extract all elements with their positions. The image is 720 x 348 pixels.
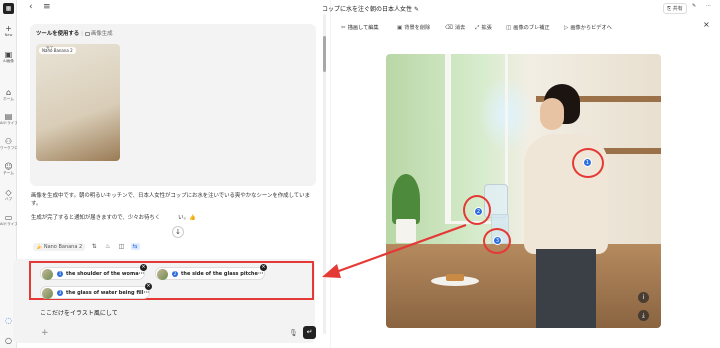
- remove-background-button[interactable]: ▣ 背景を削除: [397, 24, 430, 31]
- swap-icon[interactable]: ⇅: [90, 243, 99, 250]
- plant-pot: [396, 219, 416, 243]
- eraser-icon: ⌫: [445, 25, 453, 31]
- generated-image-thumbnail[interactable]: Nano Banana 2: [36, 44, 120, 161]
- model-chip[interactable]: 🍌 Nano Banana 2: [33, 243, 86, 251]
- brush-icon: ✂: [341, 25, 346, 31]
- reference-chip-1[interactable]: 1 the shoulder of the woma··· ×: [40, 264, 147, 280]
- aspect-icon[interactable]: ◫: [117, 243, 126, 250]
- rail-item-new[interactable]: + New: [0, 24, 17, 38]
- image-icon: [84, 31, 90, 36]
- deblur-button[interactable]: ◫ 画像のブレ補正: [506, 24, 550, 31]
- expand-icon: ⤢: [475, 25, 480, 31]
- close-icon[interactable]: ×: [260, 264, 267, 271]
- folder-icon: ▭: [4, 213, 13, 222]
- download-icon[interactable]: ⤓: [638, 310, 649, 321]
- reference-thumb: [157, 269, 168, 280]
- plus-icon: +: [5, 24, 12, 33]
- app-logo[interactable]: ▦: [3, 3, 14, 14]
- image-toolbar: ✂ 描画して編集 ▣ 背景を削除 ⌫ 消去 ⤢ 拡張 ◫ 画像のブレ補正 ▷ 画像からビデオ…: [338, 20, 720, 35]
- reference-thumb: [42, 288, 53, 299]
- draw-edit-button[interactable]: ✂ 描画して編集: [341, 24, 379, 31]
- rail-item-hub[interactable]: ◇ ハブ: [0, 188, 17, 202]
- model-row: 🍌 Nano Banana 2 ⇅ ♨ ◫ ⇆: [33, 243, 143, 253]
- tool-result-card: ツールを使用する | 画像生成 Nano Banana 2: [30, 24, 316, 186]
- chat-header: ‹ ≡: [17, 0, 330, 16]
- add-attachment-icon[interactable]: +: [41, 328, 49, 338]
- rail-item-team[interactable]: ☺ チーム: [0, 162, 17, 176]
- marker-1[interactable]: 1: [583, 158, 592, 167]
- rail-item-drive[interactable]: ▤ AIドライブ: [0, 112, 17, 126]
- composer-input[interactable]: ここだけをイラスト風にして: [40, 308, 118, 317]
- rail-item-drive-2[interactable]: ▭ AIドライブ: [0, 213, 17, 227]
- edit-title-icon[interactable]: ✎: [414, 6, 419, 13]
- erase-button[interactable]: ⌫ 消去: [445, 24, 465, 31]
- share-button[interactable]: ⎘ 共有: [663, 3, 687, 14]
- main-generated-image[interactable]: 1 2 3 i ⤓: [386, 54, 661, 328]
- edit-icon[interactable]: ✎: [692, 3, 696, 9]
- close-icon[interactable]: ×: [703, 20, 710, 29]
- expand-button[interactable]: ⤢ 拡張: [475, 24, 492, 32]
- home-icon: ⌂: [5, 88, 12, 97]
- workflow-icon: ⚇: [4, 137, 13, 146]
- image-icon: ▣: [4, 50, 13, 59]
- style-icon[interactable]: ♨: [103, 243, 112, 250]
- page-title: コップに水を注ぐ朝の日本人女性 ✎: [322, 6, 419, 13]
- model-tag: Nano Banana 2: [39, 47, 76, 54]
- video-icon: ▷: [564, 25, 569, 31]
- toast: [446, 274, 464, 281]
- marker-2[interactable]: 2: [474, 207, 483, 216]
- send-button[interactable]: ↵: [303, 326, 316, 339]
- assistant-message-2: 生成が完了すると通知が届きますので、少々お待ちく い。👍: [31, 215, 196, 221]
- image-to-video-button[interactable]: ▷ 画像からビデオへ: [564, 24, 612, 31]
- woman: [516, 84, 626, 328]
- scroll-down-button[interactable]: ↓: [172, 226, 184, 238]
- thumb-status: 完了: [46, 46, 54, 50]
- tool-header: ツールを使用する | 画像生成: [36, 31, 113, 37]
- compare-icon[interactable]: ⇆: [130, 243, 140, 250]
- reference-chip-3[interactable]: 3 the glass of water being fill··· ×: [40, 283, 152, 299]
- info-icon[interactable]: i: [638, 292, 649, 303]
- microphone-icon[interactable]: 🎙: [289, 329, 298, 337]
- assistant-message: 画像を生成中です。朝の明るいキッチンで、日本人女性がコップにお水を注いでいる爽や…: [31, 193, 310, 208]
- rail-item-home[interactable]: ⌂ ホーム: [0, 88, 17, 102]
- close-icon[interactable]: ×: [140, 264, 147, 271]
- app-root: ▦ + New ▣ AI画像 ⌂ ホーム ▤ AIドライブ ⚇ ワークフロー ☺…: [0, 0, 720, 348]
- hub-icon: ◇: [5, 188, 12, 197]
- close-icon[interactable]: ×: [145, 283, 152, 290]
- menu-icon[interactable]: ≡: [43, 2, 51, 12]
- rail-item-ai-image[interactable]: ▣ AI画像: [0, 50, 17, 64]
- drive-icon: ▤: [4, 112, 13, 121]
- deblur-icon: ◫: [506, 25, 512, 31]
- background-icon: ▣: [397, 25, 403, 31]
- marker-3[interactable]: 3: [493, 236, 502, 245]
- team-icon: ☺: [4, 162, 13, 171]
- scrollbar-thumb[interactable]: [323, 36, 326, 72]
- plant: [392, 174, 420, 224]
- reference-thumb: [42, 269, 53, 280]
- rail-item-workflow[interactable]: ⚇ ワークフロー: [0, 137, 17, 151]
- back-icon[interactable]: ‹: [29, 2, 33, 12]
- chat-scrollbar[interactable]: [323, 14, 326, 334]
- more-icon[interactable]: ⋯: [706, 3, 711, 9]
- reference-chip-2[interactable]: 2 the side of the glass pitche··· ×: [155, 264, 267, 280]
